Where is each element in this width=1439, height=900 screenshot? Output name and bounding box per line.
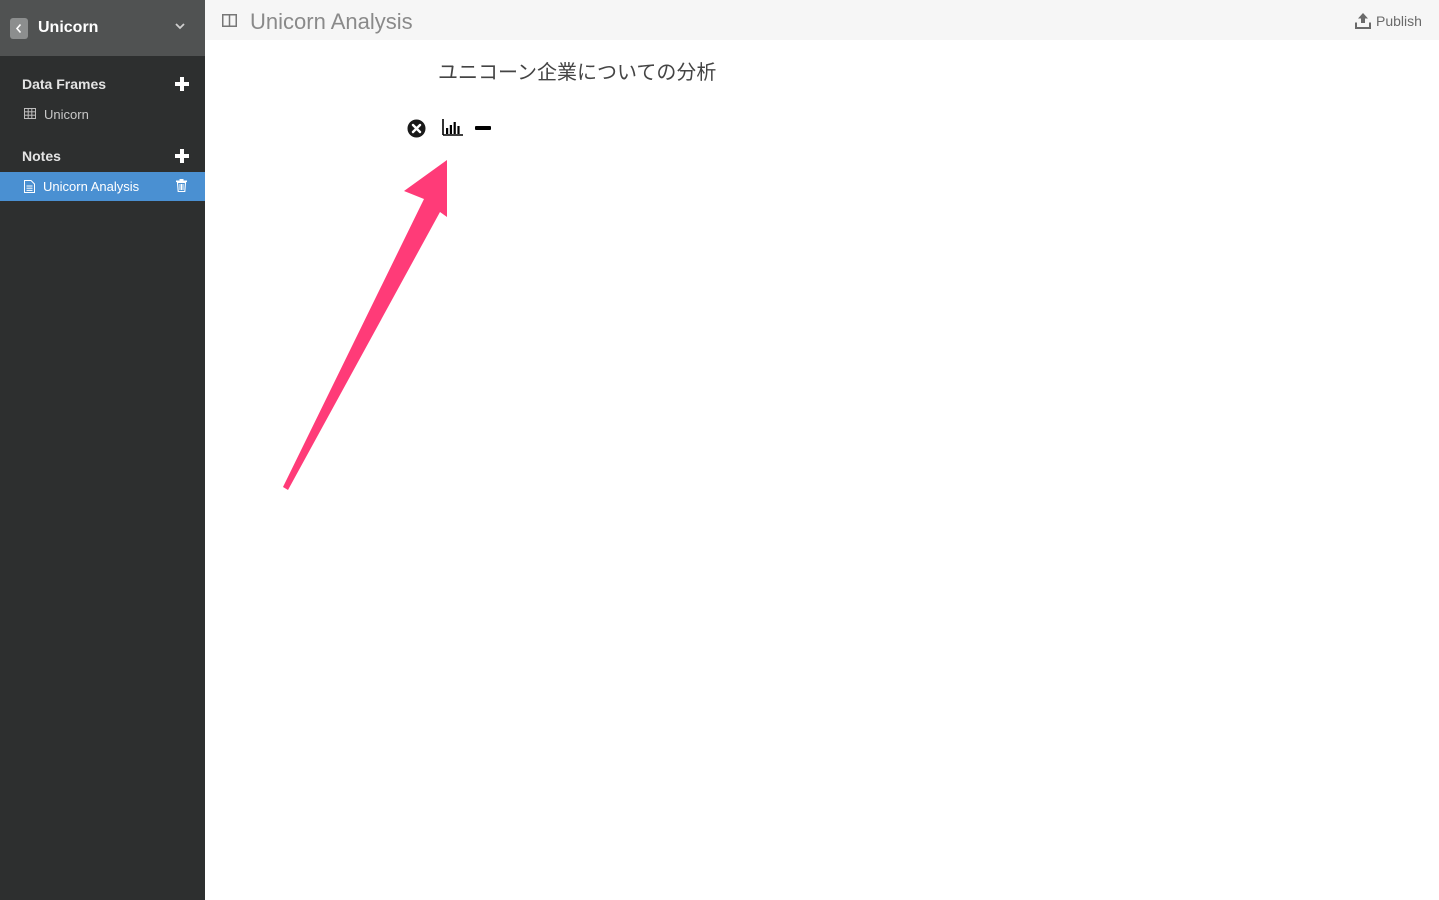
chevron-left-icon: [15, 23, 22, 34]
sidebar-header: Unicorn: [0, 0, 205, 56]
publish-label: Publish: [1376, 13, 1422, 29]
sidebar-item-label: Unicorn Analysis: [43, 179, 140, 194]
close-circle-icon[interactable]: [407, 119, 426, 138]
minus-icon[interactable]: [475, 126, 491, 130]
chevron-down-icon[interactable]: [174, 22, 186, 30]
sidebar-item-unicorn-dataframe[interactable]: Unicorn: [0, 104, 205, 126]
trash-icon[interactable]: [176, 179, 187, 192]
sidebar-item-label: Unicorn: [44, 107, 89, 122]
sidebar-item-unicorn-analysis[interactable]: Unicorn Analysis: [0, 172, 205, 201]
upload-icon: [1355, 13, 1371, 29]
table-icon: [24, 108, 36, 119]
sidebar: Unicorn Data Frames Unicorn Notes Unicor…: [0, 0, 205, 900]
sidebar-toggle-icon[interactable]: [222, 14, 237, 27]
add-note-button[interactable]: [175, 149, 189, 163]
add-data-frame-button[interactable]: [175, 77, 189, 91]
page-title: Unicorn Analysis: [250, 9, 413, 34]
document-icon: [24, 180, 35, 193]
annotation-arrow: [283, 160, 447, 490]
back-button[interactable]: [10, 18, 28, 39]
data-frames-section-title: Data Frames: [22, 76, 107, 92]
bar-chart-icon[interactable]: [442, 118, 464, 136]
project-title: Unicorn: [38, 19, 99, 36]
notes-section-title: Notes: [22, 148, 61, 164]
note-text[interactable]: ユニコーン企業についての分析: [438, 60, 716, 84]
topbar: Unicorn Analysis Publish: [205, 0, 1439, 40]
